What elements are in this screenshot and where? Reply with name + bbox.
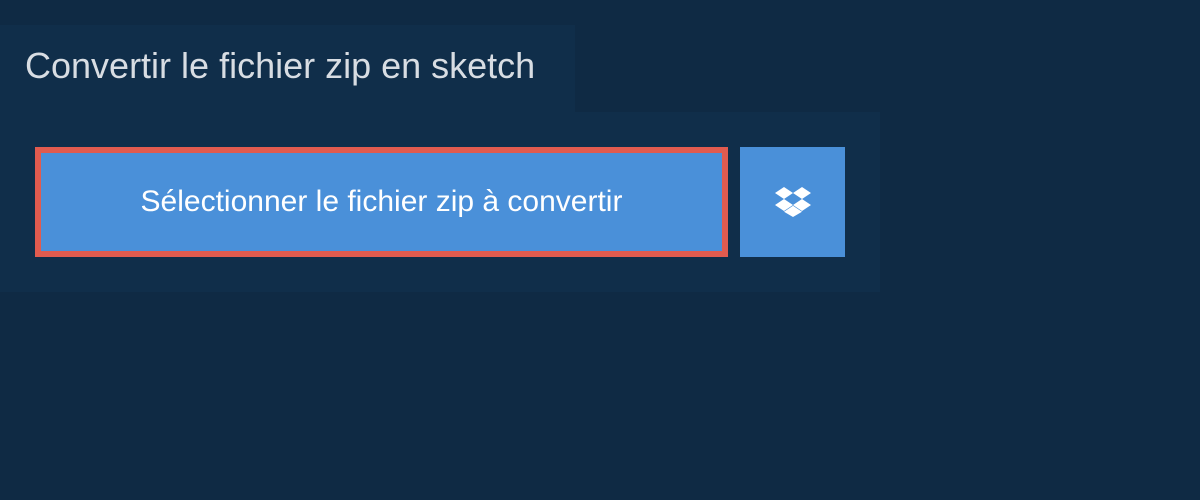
select-file-button[interactable]: Sélectionner le fichier zip à convertir [35,147,728,257]
upload-row: Sélectionner le fichier zip à convertir [35,147,845,257]
title-wrapper: Convertir le fichier zip en sketch [0,25,575,112]
page-title: Convertir le fichier zip en sketch [25,45,535,87]
dropbox-button[interactable] [740,147,845,257]
upload-panel: Sélectionner le fichier zip à convertir [0,112,880,292]
dropbox-icon [775,184,811,220]
converter-container: Convertir le fichier zip en sketch Sélec… [0,0,1200,292]
